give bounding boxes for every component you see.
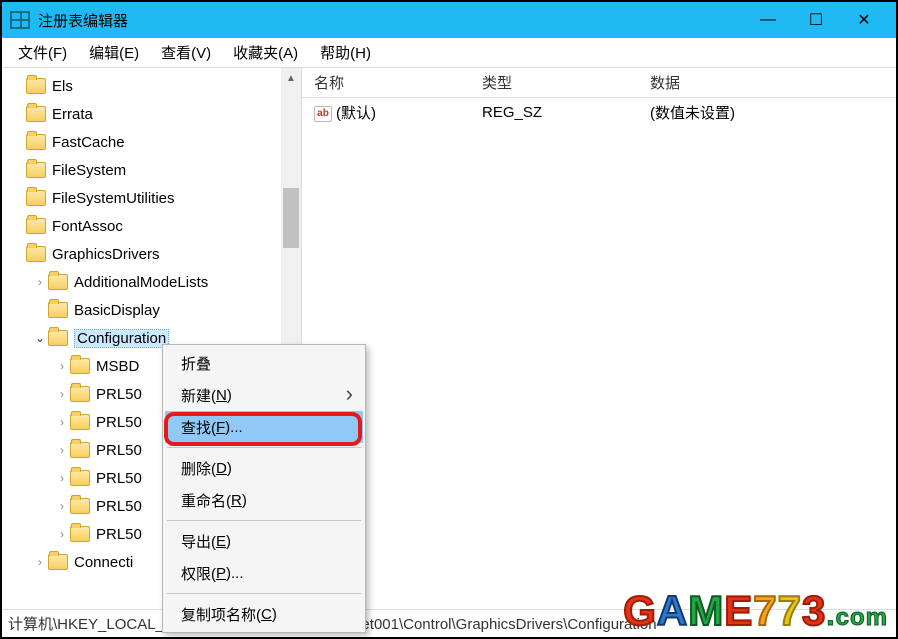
value-data: (数值未设置) [638,102,896,123]
tree-node[interactable]: FastCache [2,128,301,156]
window-controls: — ☐ ✕ [744,2,888,38]
menu-edit[interactable]: 编辑(E) [79,38,149,67]
watermark-logo: G A M E 7 7 3 . com [623,587,888,635]
tree-node[interactable]: Els [2,72,301,100]
scroll-up-icon[interactable]: ▲ [281,68,301,88]
tree-node-label: FileSystem [52,162,126,179]
expand-arrow-icon[interactable]: › [54,527,70,541]
expand-arrow-icon[interactable]: › [32,275,48,289]
expand-arrow-icon[interactable]: › [32,555,48,569]
tree-node-label: PRL50 [96,526,142,543]
tree-node-label: PRL50 [96,386,142,403]
folder-icon [26,246,46,262]
folder-icon [70,498,90,514]
ctx-collapse[interactable]: 折叠 [165,347,363,379]
menu-help[interactable]: 帮助(H) [310,38,381,67]
expand-arrow-icon[interactable]: › [54,443,70,457]
value-type: REG_SZ [470,104,638,121]
menu-view[interactable]: 查看(V) [151,38,221,67]
separator [167,447,361,448]
minimize-button[interactable]: — [744,2,792,38]
value-name: (默认) [336,105,376,122]
expand-arrow-icon[interactable]: › [54,415,70,429]
tree-node[interactable]: BasicDisplay [2,296,301,324]
string-value-icon: ab [314,106,332,122]
tree-node[interactable]: GraphicsDrivers [2,240,301,268]
ctx-find[interactable]: 查找(F)... [165,411,363,443]
tree-node[interactable]: Errata [2,100,301,128]
window-title: 注册表编辑器 [38,10,128,31]
ctx-delete[interactable]: 删除(D) [165,452,363,484]
tree-node-label: AdditionalModeLists [74,274,208,291]
folder-icon [48,330,68,346]
folder-icon [26,78,46,94]
tree-node[interactable]: FontAssoc [2,212,301,240]
folder-icon [26,106,46,122]
col-name[interactable]: 名称 [302,72,470,93]
ctx-copy-key-name[interactable]: 复制项名称(C) [165,598,363,630]
folder-icon [70,414,90,430]
expand-arrow-icon[interactable]: › [54,499,70,513]
folder-icon [70,526,90,542]
tree-node-label: FileSystemUtilities [52,190,175,207]
folder-icon [70,442,90,458]
ctx-export[interactable]: 导出(E) [165,525,363,557]
expand-arrow-icon[interactable]: › [54,471,70,485]
tree-node-label: Configuration [74,329,169,348]
expand-arrow-icon[interactable]: › [54,387,70,401]
tree-node-label: Errata [52,106,93,123]
close-button[interactable]: ✕ [840,2,888,38]
folder-icon [48,274,68,290]
ctx-new[interactable]: 新建(N) [165,379,363,411]
tree-node[interactable]: › AdditionalModeLists [2,268,301,296]
ctx-permissions[interactable]: 权限(P)... [165,557,363,589]
value-row[interactable]: ab(默认) REG_SZ (数值未设置) [302,98,896,126]
regedit-icon [10,11,30,29]
context-menu: 折叠 新建(N) 查找(F)... 删除(D) 重命名(R) 导出(E) 权限(… [162,344,366,633]
folder-icon [70,386,90,402]
tree-node[interactable]: FileSystem [2,156,301,184]
tree-node[interactable]: FileSystemUtilities [2,184,301,212]
menu-file[interactable]: 文件(F) [8,38,77,67]
folder-icon [26,218,46,234]
expand-arrow-icon[interactable]: › [54,359,70,373]
folder-icon [70,358,90,374]
folder-icon [70,470,90,486]
tree-node-label: PRL50 [96,442,142,459]
separator [167,593,361,594]
ctx-rename[interactable]: 重命名(R) [165,484,363,516]
tree-node-label: GraphicsDrivers [52,246,160,263]
folder-icon [48,302,68,318]
content-area: Els Errata FastCache FileSystem FileSystemUt… [2,68,896,609]
menu-favorites[interactable]: 收藏夹(A) [223,38,308,67]
tree-node-label: MSBD [96,358,139,375]
folder-icon [26,134,46,150]
tree-node-label: FastCache [52,134,125,151]
folder-icon [48,554,68,570]
tree-node-label: PRL50 [96,414,142,431]
tree-node-label: Els [52,78,73,95]
list-header: 名称 类型 数据 [302,68,896,98]
tree-node-label: PRL50 [96,498,142,515]
folder-icon [26,162,46,178]
value-name-cell: ab(默认) [302,102,470,123]
folder-icon [26,190,46,206]
tree-node-label: FontAssoc [52,218,123,235]
titlebar: 注册表编辑器 — ☐ ✕ [2,2,896,38]
tree-node-label: PRL50 [96,470,142,487]
separator [167,520,361,521]
menubar: 文件(F) 编辑(E) 查看(V) 收藏夹(A) 帮助(H) [2,38,896,68]
col-type[interactable]: 类型 [470,72,638,93]
col-data[interactable]: 数据 [638,72,896,93]
expand-arrow-icon[interactable]: ⌄ [32,331,48,345]
maximize-button[interactable]: ☐ [792,2,840,38]
tree-node-label: BasicDisplay [74,302,160,319]
values-panel: 名称 类型 数据 ab(默认) REG_SZ (数值未设置) [302,68,896,609]
tree-node-label: Connecti [74,554,133,571]
scroll-thumb[interactable] [283,188,299,248]
